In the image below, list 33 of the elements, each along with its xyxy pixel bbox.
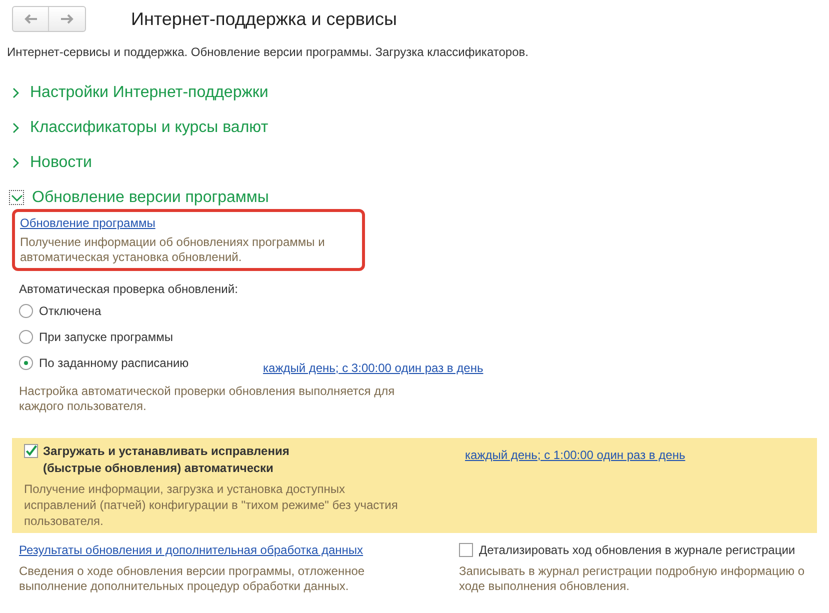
radio-label[interactable]: По заданному расписанию bbox=[39, 354, 263, 372]
chevron-right-icon bbox=[12, 156, 20, 168]
chevron-right-icon bbox=[12, 122, 20, 134]
patches-label[interactable]: Загружать и устанавливать исправления (быстрые обновления) автоматически bbox=[43, 443, 343, 477]
forward-arrow-icon bbox=[60, 14, 74, 24]
checkmark-icon bbox=[25, 444, 37, 458]
results-link[interactable]: Результаты обновления и дополнительная обработка данных bbox=[19, 543, 364, 557]
schedule-link[interactable]: каждый день; с 3:00:00 один раз в день bbox=[263, 358, 484, 376]
window-title: Интернет-поддержка и сервисы bbox=[131, 8, 397, 31]
radio-button[interactable] bbox=[19, 330, 33, 344]
results-note: Сведения о ходе обновления версии программы, отложенное выполнение дополнительных процедур обработки данных. bbox=[19, 564, 366, 594]
checkbox[interactable] bbox=[459, 543, 473, 557]
radio-label[interactable]: Отключена bbox=[39, 302, 263, 320]
section-header[interactable]: Классификаторы и курсы валют bbox=[30, 116, 268, 140]
update-program-note: Получение информации об обновлениях программы и автоматическая установка обновлений. bbox=[20, 235, 326, 265]
auto-check-note: Настройка автоматической проверки обновления выполняется для каждого пользователя. bbox=[19, 384, 396, 414]
detail-log-note: Записывать в журнал регистрации подробную информацию о ходе выполнения обновления. bbox=[459, 564, 806, 594]
patches-note: Получение информации, загрузка и установка доступных исправлений (патчей) конфигурации в "тихом режиме" без участия пользователя. bbox=[24, 481, 399, 529]
checkbox[interactable] bbox=[24, 444, 38, 458]
back-arrow-icon bbox=[24, 14, 38, 24]
update-program-link[interactable]: Обновление программы bbox=[20, 216, 156, 230]
patches-schedule-link[interactable]: каждый день; с 1:00:00 один раз в день bbox=[465, 448, 686, 462]
radio-button[interactable] bbox=[19, 304, 33, 318]
section-header[interactable]: Новости bbox=[30, 150, 92, 174]
radio-button[interactable] bbox=[19, 356, 33, 370]
chevron-right-icon bbox=[12, 86, 20, 98]
auto-check-label: Автоматическая проверка обновлений: bbox=[19, 282, 238, 296]
section-header[interactable]: Настройки Интернет-поддержки bbox=[30, 80, 268, 104]
radio-label[interactable]: При запуске программы bbox=[39, 328, 263, 346]
section-header[interactable]: Обновление версии программы bbox=[32, 186, 269, 210]
chevron-down-icon bbox=[10, 194, 22, 202]
page-description: Интернет-сервисы и поддержка. Обновление версии программы. Загрузка классификаторов. bbox=[7, 45, 528, 59]
detail-log-label[interactable]: Детализировать ход обновления в журнале регистрации bbox=[479, 541, 796, 559]
